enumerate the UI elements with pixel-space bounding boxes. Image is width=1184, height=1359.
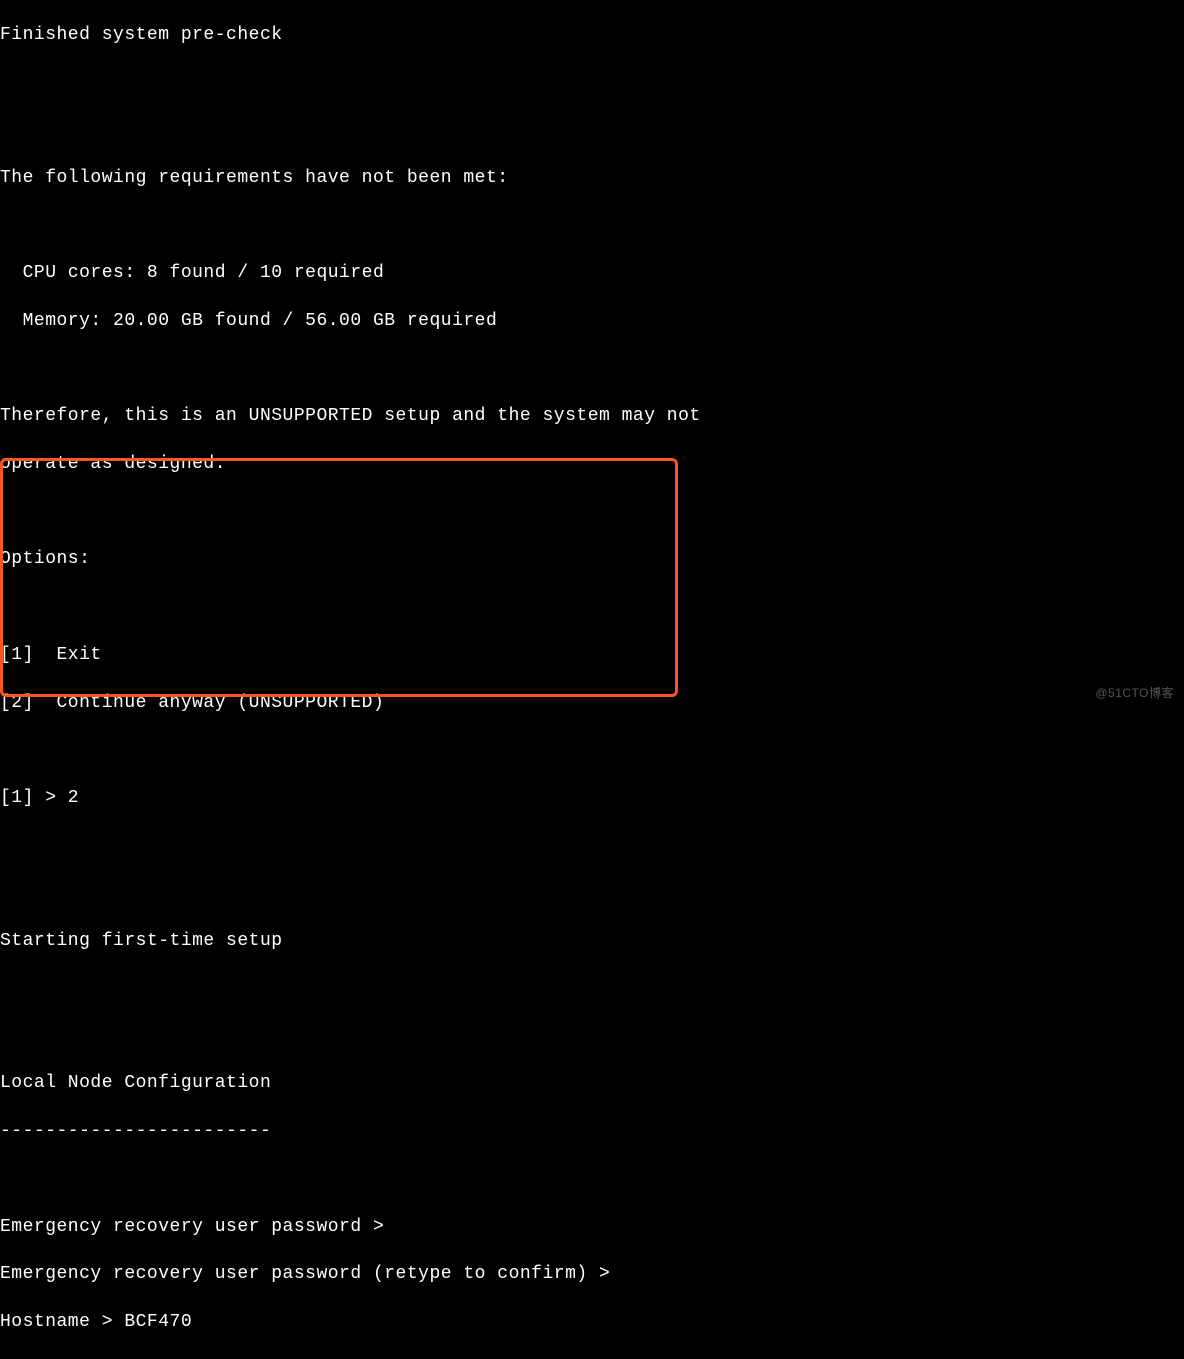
output-line (0, 835, 1184, 859)
section-heading: Local Node Configuration (0, 1072, 1184, 1096)
prompt-password[interactable]: Emergency recovery user password > (0, 1216, 1184, 1240)
output-line (0, 501, 1184, 525)
output-line: operate as designed. (0, 453, 1184, 477)
option-continue: [2] Continue anyway (UNSUPPORTED) (0, 692, 1184, 716)
output-line: Finished system pre-check (0, 24, 1184, 48)
output-line (0, 215, 1184, 239)
watermark: @51CTO博客 (1095, 686, 1174, 702)
output-line: CPU cores: 8 found / 10 required (0, 262, 1184, 286)
prompt-option-input[interactable]: [1] > 2 (0, 787, 1184, 811)
setup-heading: Starting first-time setup (0, 930, 1184, 954)
output-line (0, 1025, 1184, 1049)
output-line: Options: (0, 548, 1184, 572)
prompt-hostname[interactable]: Hostname > BCF470 (0, 1311, 1184, 1335)
output-line: The following requirements have not been… (0, 167, 1184, 191)
output-line (0, 119, 1184, 143)
output-line (0, 358, 1184, 382)
output-line (0, 72, 1184, 96)
output-line (0, 1168, 1184, 1192)
output-line (0, 882, 1184, 906)
output-line (0, 739, 1184, 763)
output-line (0, 596, 1184, 620)
option-exit: [1] Exit (0, 644, 1184, 668)
output-line (0, 978, 1184, 1002)
section-divider: ------------------------ (0, 1120, 1184, 1144)
output-line: Therefore, this is an UNSUPPORTED setup … (0, 405, 1184, 429)
prompt-password-confirm[interactable]: Emergency recovery user password (retype… (0, 1263, 1184, 1287)
output-line: Memory: 20.00 GB found / 56.00 GB requir… (0, 310, 1184, 334)
terminal-output[interactable]: Finished system pre-check The following … (0, 0, 1184, 1359)
